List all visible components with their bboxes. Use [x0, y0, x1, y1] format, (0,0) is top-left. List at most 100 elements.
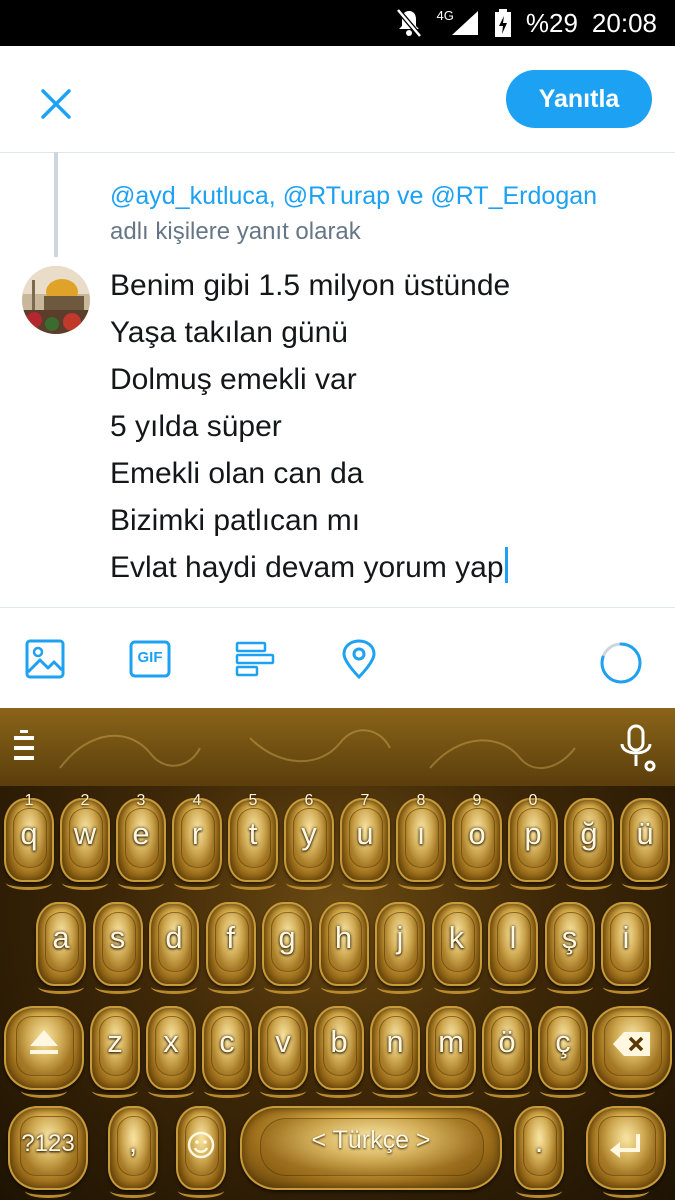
key-label: f [226, 920, 235, 955]
key-g[interactable]: g [260, 898, 314, 994]
key-number-hint: 4 [192, 792, 202, 809]
key-p[interactable]: 0p [506, 792, 560, 890]
reply-context: @ayd_kutluca, @RTurap ve @RT_Erdogan adl… [110, 178, 650, 250]
key-label: l [509, 920, 517, 955]
key-v[interactable]: v [256, 1002, 310, 1098]
key-r[interactable]: 4r [170, 792, 224, 890]
symbols-key[interactable]: ?123 [6, 1102, 90, 1198]
tweet-line: Emekli olan can da [110, 457, 364, 490]
key-ç[interactable]: ç [536, 1002, 590, 1098]
key-j[interactable]: j [373, 898, 427, 994]
comma-key[interactable]: , [106, 1102, 160, 1198]
key-label: r [191, 816, 203, 851]
key-label: ğ [580, 816, 598, 851]
key-number-hint: 5 [248, 792, 258, 809]
key-number-hint: 6 [304, 792, 314, 809]
key-b[interactable]: b [312, 1002, 366, 1098]
tweet-line-text: Evlat haydi devam yorum yap [110, 551, 504, 584]
key-f[interactable]: f [204, 898, 258, 994]
key-t[interactable]: 5t [226, 792, 280, 890]
key-number-hint: 8 [416, 792, 426, 809]
emoji-key[interactable] [174, 1102, 228, 1198]
battery-charging-icon [494, 8, 512, 38]
signal-icon: 4G [437, 8, 480, 37]
poll-icon[interactable] [234, 638, 278, 682]
key-number-hint: 1 [24, 792, 34, 809]
space-label: < Türkçe > [311, 1126, 431, 1154]
key-label: o [468, 816, 486, 851]
key-label: ç [555, 1024, 571, 1059]
key-ı[interactable]: 8ı [394, 792, 448, 890]
key-label: z [107, 1024, 123, 1059]
key-label: x [163, 1024, 179, 1059]
battery-level: %29 [525, 7, 578, 38]
key-w[interactable]: 2w [58, 792, 112, 890]
backspace-key[interactable] [590, 1002, 674, 1098]
tweet-line: Dolmuş emekli var [110, 363, 357, 396]
thread-line [54, 152, 58, 257]
key-o[interactable]: 9o [450, 792, 504, 890]
key-label: y [301, 816, 317, 851]
clock: 20:08 [591, 7, 657, 38]
key-u[interactable]: 7u [338, 792, 392, 890]
key-h[interactable]: h [317, 898, 371, 994]
symbols-label: ?123 [21, 1130, 75, 1157]
key-d[interactable]: d [147, 898, 201, 994]
key-s[interactable]: s [91, 898, 145, 994]
shift-key[interactable] [2, 1002, 86, 1098]
key-label: h [334, 920, 353, 955]
key-ü[interactable]: ü [618, 794, 672, 890]
location-icon[interactable] [338, 638, 382, 682]
enter-key[interactable] [584, 1102, 668, 1198]
key-x[interactable]: x [144, 1002, 198, 1098]
header-divider [0, 152, 675, 153]
key-y[interactable]: 6y [282, 792, 336, 890]
backspace-icon [590, 1022, 674, 1069]
close-icon[interactable] [36, 84, 76, 124]
key-a[interactable]: a [34, 898, 88, 994]
key-e[interactable]: 3e [114, 792, 168, 890]
period-label: . [534, 1124, 544, 1159]
key-number-hint: 2 [80, 792, 90, 809]
period-key[interactable]: . [512, 1102, 566, 1198]
key-label: ş [561, 920, 578, 955]
key-n[interactable]: n [368, 1002, 422, 1098]
gif-label: GIF [137, 649, 163, 666]
key-label: c [219, 1024, 235, 1059]
gif-icon[interactable]: GIF [128, 638, 172, 682]
space-key[interactable]: < Türkçe > [240, 1102, 502, 1194]
key-ö[interactable]: ö [480, 1002, 534, 1098]
key-label: ö [498, 1024, 516, 1059]
key-c[interactable]: c [200, 1002, 254, 1098]
notifications-off-icon [395, 8, 423, 38]
microphone-icon[interactable] [614, 722, 658, 774]
swirl-decoration [59, 729, 576, 769]
key-label: m [438, 1024, 464, 1059]
key-k[interactable]: k [430, 898, 484, 994]
tweet-text-input[interactable]: Benim gibi 1.5 milyon üstünde Yaşa takıl… [110, 262, 655, 591]
key-label: g [278, 920, 296, 955]
reply-note: adlı kişilere yanıt olarak [110, 218, 361, 245]
emoji-icon [174, 1130, 228, 1168]
key-label: ı [416, 816, 426, 851]
avatar [22, 266, 90, 334]
keyboard-menu-icon[interactable] [12, 728, 38, 768]
key-label: t [248, 816, 258, 851]
key-m[interactable]: m [424, 1002, 478, 1098]
comma-label: , [128, 1124, 138, 1159]
key-label: n [386, 1024, 404, 1059]
key-i[interactable]: i [599, 898, 653, 994]
reply-button[interactable]: Yanıtla [506, 70, 652, 128]
key-ş[interactable]: ş [543, 898, 597, 994]
key-ğ[interactable]: ğ [562, 794, 616, 890]
reply-mentions[interactable]: @ayd_kutluca, @RTurap ve @RT_Erdogan [110, 178, 650, 214]
key-label: k [448, 920, 465, 955]
key-label: u [356, 816, 374, 851]
status-bar: 4G %29 20:08 [0, 0, 675, 46]
image-icon[interactable] [24, 638, 68, 682]
key-label: ü [636, 816, 654, 851]
key-z[interactable]: z [88, 1002, 142, 1098]
tweet-line: Benim gibi 1.5 milyon üstünde [110, 269, 511, 302]
key-l[interactable]: l [486, 898, 540, 994]
key-q[interactable]: 1q [2, 792, 56, 890]
